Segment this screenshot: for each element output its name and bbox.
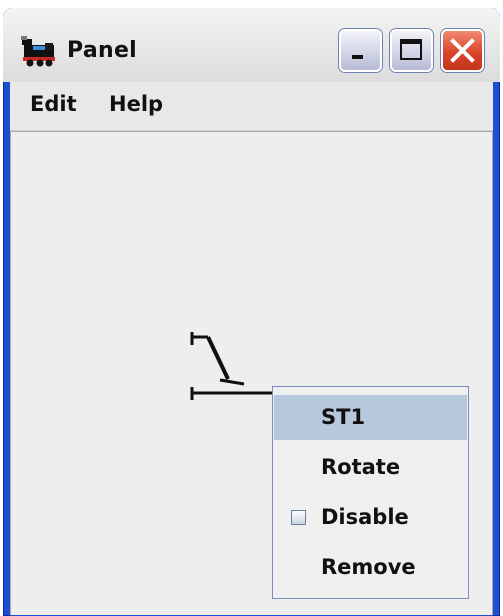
menu-bar: Edit Help [10,82,493,131]
turnout-icon[interactable] [180,320,280,420]
menu-item-rotate[interactable]: Rotate [274,445,467,490]
close-icon [450,38,475,63]
minimize-button[interactable] [339,29,382,72]
menu-item-remove[interactable]: Remove [274,545,467,590]
maximize-icon [400,39,422,60]
menu-item-label: Rotate [321,455,401,479]
minimize-icon [352,55,363,59]
window-title: Panel [67,38,138,63]
menu-item-st1[interactable]: ST1 [274,395,467,440]
close-button[interactable] [441,29,484,72]
menu-edit[interactable]: Edit [30,92,77,116]
disable-checkbox[interactable] [291,510,306,525]
menu-item-label: Disable [321,505,409,529]
title-bar[interactable]: Panel [3,8,500,82]
menu-item-label: Remove [321,555,416,579]
menu-item-label: ST1 [321,405,366,429]
menu-help[interactable]: Help [109,92,163,116]
context-menu: ST1 Rotate Disable Remove [272,386,469,599]
maximize-button[interactable] [390,29,433,72]
menu-item-disable[interactable]: Disable [274,495,467,540]
train-engine-icon [21,36,55,67]
